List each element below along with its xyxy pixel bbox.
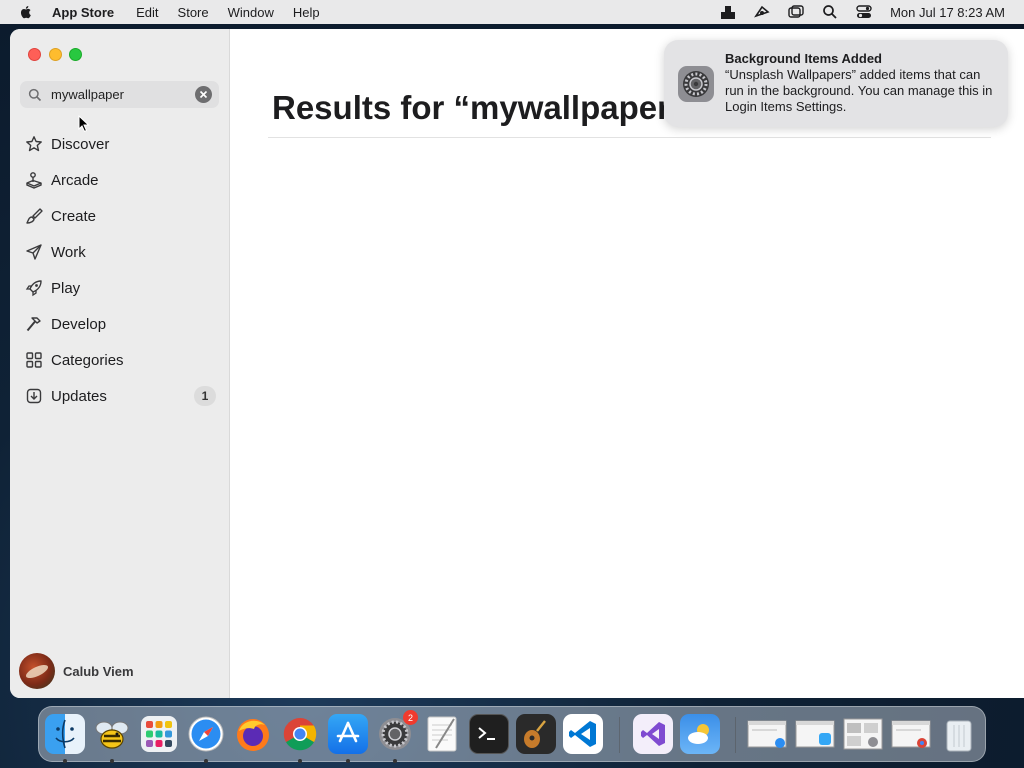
close-window-button[interactable] xyxy=(28,48,41,61)
sidebar-item-label: Develop xyxy=(51,315,107,333)
running-indicator xyxy=(63,759,67,763)
sidebar-item-work[interactable]: Work xyxy=(10,234,230,270)
finder-icon[interactable] xyxy=(45,714,85,754)
bee-icon[interactable] xyxy=(92,714,132,754)
notification-body: “Unsplash Wallpapers” added items that c… xyxy=(725,67,993,114)
guitar-icon[interactable] xyxy=(516,714,556,754)
chrome-icon[interactable] xyxy=(280,714,320,754)
search-field[interactable]: mywallpaper xyxy=(20,81,219,108)
brush-icon xyxy=(25,207,43,225)
window-thumbnail-icon[interactable] xyxy=(795,714,835,754)
page-title: Results for “mywallpaper” xyxy=(272,89,687,126)
running-indicator xyxy=(110,759,114,763)
sidebar-item-label: Updates xyxy=(51,387,107,405)
search-icon xyxy=(28,88,42,101)
updates-count-badge: 1 xyxy=(194,386,216,406)
sidebar-item-develop[interactable]: Develop xyxy=(10,306,230,342)
window-menu[interactable]: Window xyxy=(228,5,274,20)
running-indicator xyxy=(204,759,208,763)
rocket-icon xyxy=(25,279,43,297)
sidebar-item-label: Categories xyxy=(51,351,124,369)
sidebar-item-arcade[interactable]: Arcade xyxy=(10,162,230,198)
vscode-icon[interactable] xyxy=(563,714,603,754)
running-indicator xyxy=(393,759,397,763)
textedit-icon[interactable] xyxy=(422,714,462,754)
sidebar-item-updates[interactable]: Updates 1 xyxy=(10,378,230,414)
sidebar-item-label: Discover xyxy=(51,135,110,153)
notification-count-badge: 2 xyxy=(403,710,418,725)
avatar xyxy=(19,653,55,689)
zoom-window-button[interactable] xyxy=(69,48,82,61)
title-divider xyxy=(268,137,991,138)
apple-logo-icon[interactable] xyxy=(18,4,34,20)
clear-search-icon[interactable] xyxy=(195,86,212,103)
window-thumbnail-icon[interactable] xyxy=(891,714,931,754)
dock-separator xyxy=(735,717,736,753)
app-menu[interactable]: App Store xyxy=(52,5,114,20)
grid-icon xyxy=(25,351,43,369)
sidebar-item-create[interactable]: Create xyxy=(10,198,230,234)
app-store-window: mywallpaper Discover Arcade Create Work xyxy=(10,29,1024,698)
sidebar-item-label: Arcade xyxy=(51,171,99,189)
main-content: Results for “mywallpaper” xyxy=(231,29,1024,698)
weather-icon[interactable] xyxy=(680,714,720,754)
download-icon xyxy=(25,387,43,405)
notification-banner[interactable]: Background Items Added “Unsplash Wallpap… xyxy=(664,40,1008,127)
hammer-icon xyxy=(25,315,43,333)
notification-title: Background Items Added xyxy=(725,51,882,66)
window-switch-icon[interactable] xyxy=(786,4,806,20)
paper-plane-icon xyxy=(25,243,43,261)
visual-studio-icon[interactable] xyxy=(633,714,673,754)
search-input[interactable]: mywallpaper xyxy=(51,87,195,102)
control-center-icon[interactable] xyxy=(854,4,874,20)
safari-icon[interactable] xyxy=(186,714,226,754)
sidebar-item-play[interactable]: Play xyxy=(10,270,230,306)
dock-separator xyxy=(619,717,620,753)
account-button[interactable]: Calub Viem xyxy=(19,653,134,689)
spotlight-search-icon[interactable] xyxy=(820,4,840,20)
window-thumbnail-icon[interactable] xyxy=(843,714,883,754)
store-menu[interactable]: Store xyxy=(178,5,209,20)
menubar-clock[interactable]: Mon Jul 17 8:23 AM xyxy=(890,5,1005,20)
firefox-icon[interactable] xyxy=(233,714,273,754)
sidebar-item-categories[interactable]: Categories xyxy=(10,342,230,378)
trash-icon[interactable] xyxy=(939,714,979,754)
sidebar-item-label: Create xyxy=(51,207,97,225)
user-name: Calub Viem xyxy=(63,663,134,679)
app-store-icon[interactable] xyxy=(328,714,368,754)
plugin-icon[interactable] xyxy=(752,4,772,20)
settings-icon xyxy=(677,65,715,103)
help-menu[interactable]: Help xyxy=(293,5,320,20)
running-indicator xyxy=(346,759,350,763)
sidebar: mywallpaper Discover Arcade Create Work xyxy=(10,29,230,698)
joystick-icon xyxy=(25,171,43,189)
user-status-icon[interactable] xyxy=(718,4,738,20)
window-thumbnail-icon[interactable] xyxy=(747,714,787,754)
sidebar-item-label: Play xyxy=(51,279,81,297)
star-icon xyxy=(25,135,43,153)
minimize-window-button[interactable] xyxy=(49,48,62,61)
terminal-icon[interactable] xyxy=(469,714,509,754)
running-indicator xyxy=(298,759,302,763)
mouse-cursor-icon xyxy=(78,115,90,133)
dock: 2 xyxy=(38,706,986,763)
launchpad-icon[interactable] xyxy=(139,714,179,754)
sidebar-nav: Discover Arcade Create Work Play Develop xyxy=(10,126,230,414)
edit-menu[interactable]: Edit xyxy=(136,5,158,20)
sidebar-item-label: Work xyxy=(51,243,86,261)
menu-bar: App Store Edit Store Window Help Mon Jul… xyxy=(0,0,1024,24)
sidebar-item-discover[interactable]: Discover xyxy=(10,126,230,162)
